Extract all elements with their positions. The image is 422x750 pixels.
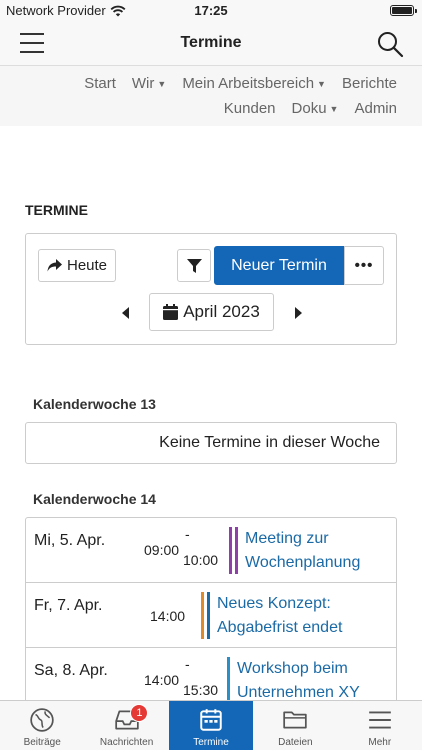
menu-item-wir[interactable]: Wir ▼ — [132, 75, 166, 92]
notification-badge: 1 — [130, 704, 149, 722]
menu-item-doku[interactable]: Doku ▼ — [292, 100, 339, 117]
menu-item-label: Berichte — [341, 75, 397, 92]
event-category-color-bar — [207, 592, 210, 639]
caret-left-icon — [121, 307, 129, 319]
tab-dateien[interactable]: Dateien — [253, 701, 337, 750]
event-end-time: 15:30 — [183, 682, 219, 698]
top-menu-row: Kunden Doku ▼ Admin — [224, 100, 397, 117]
event-date: Mi, 5. Apr. — [34, 532, 106, 549]
battery-icon — [390, 5, 417, 16]
top-menu: Start Wir ▼ Mein Arbeitsbereich ▼ Berichte Ku… — [0, 66, 422, 126]
search-icon[interactable] — [376, 30, 404, 58]
menu-icon — [368, 711, 391, 729]
clock: 17:25 — [194, 3, 228, 18]
new-appointment-button[interactable]: Neuer Termin — [214, 246, 344, 285]
tab-label: Termine — [193, 737, 229, 748]
event-date: Fr, 7. Apr. — [34, 597, 103, 614]
today-button[interactable]: Heute — [38, 249, 116, 282]
menu-item-start[interactable]: Start — [84, 75, 116, 92]
empty-week-message: Keine Termine in dieser Woche — [25, 422, 397, 464]
event-list: Mi, 5. Apr. 09:00-10:00 Meeting zur Wochen… — [25, 517, 397, 717]
calendar-icon — [200, 709, 222, 731]
event-start-time: 14:00 — [144, 672, 180, 688]
tab-bar: Beiträge 1 Nachrichten Termine Dateien Mehr — [0, 700, 422, 750]
tab-label: Beiträge — [23, 737, 61, 748]
month-picker-button[interactable]: April 2023 — [149, 293, 274, 331]
globe-icon — [30, 708, 54, 732]
month-label: April 2023 — [183, 302, 260, 321]
menu-item-label: Kunden — [223, 100, 276, 117]
menu-item-kunden[interactable]: Kunden — [224, 100, 276, 117]
tab-label: Nachrichten — [99, 737, 154, 748]
hamburger-menu-icon[interactable] — [20, 33, 44, 53]
status-bar: Network Provider 17:25 — [0, 0, 422, 22]
event-start-time: 09:00 — [144, 542, 180, 558]
menu-item-label: Admin — [354, 100, 397, 117]
more-options-button[interactable]: ••• — [344, 246, 384, 285]
filter-button[interactable] — [177, 249, 211, 282]
caret-down-icon: ▼ — [317, 78, 326, 89]
event-title-link[interactable]: Workshop beim Unternehmen XY — [237, 657, 387, 705]
event-row[interactable]: Mi, 5. Apr. 09:00- 10:00 Meeting zur Wochen… — [26, 518, 396, 583]
tab-nachrichten[interactable]: 1 Nachrichten — [84, 701, 168, 750]
caret-down-icon: ▼ — [329, 103, 339, 114]
week-label: Kalenderwoche 13 — [33, 396, 156, 412]
menu-item-mein-arbeitsbereich[interactable]: Mein Arbeitsbereich ▼ — [182, 75, 326, 92]
tab-label: Mehr — [368, 737, 392, 748]
page-title: Termine — [180, 34, 242, 51]
menu-item-berichte[interactable]: Berichte — [342, 75, 397, 92]
share-arrow-icon — [47, 259, 62, 272]
event-category-color-bar — [227, 657, 230, 704]
caret-down-icon: ▼ — [157, 78, 167, 89]
next-month-button[interactable] — [291, 302, 305, 324]
menu-item-admin[interactable]: Admin — [354, 100, 397, 117]
tab-termine[interactable]: Termine — [168, 701, 254, 750]
menu-item-label: Mein Arbeitsbereich — [182, 75, 315, 92]
calendar-toolbar: Heute Neuer Termin ••• April 2023 — [25, 233, 397, 345]
previous-month-button[interactable] — [118, 302, 132, 324]
event-end-time: 10:00 — [183, 552, 219, 568]
filter-icon — [186, 258, 202, 273]
top-menu-row: Start Wir ▼ Mein Arbeitsbereich ▼ Berichte — [84, 75, 397, 92]
tab-beiträge[interactable]: Beiträge — [0, 701, 84, 750]
event-title-link[interactable]: Meeting zur Wochenplanung — [245, 527, 395, 575]
tab-mehr[interactable]: Mehr — [338, 701, 422, 750]
menu-item-label: Doku — [291, 100, 327, 117]
navigation-bar: Termine — [0, 22, 422, 66]
section-title: TERMINE — [25, 202, 88, 218]
event-category-color-bar — [235, 527, 238, 574]
time-range-separator: - — [185, 656, 190, 672]
calendar-icon — [163, 304, 179, 320]
time-range-separator: - — [185, 526, 190, 542]
event-start-time: 14:00 — [150, 608, 186, 624]
today-label: Heute — [66, 257, 108, 274]
folder-icon — [283, 711, 308, 729]
event-category-color-bar — [201, 592, 204, 639]
event-date: Sa, 8. Apr. — [34, 662, 108, 679]
event-row[interactable]: Fr, 7. Apr. 14:00 Neues Konzept: Abgabefri… — [26, 583, 396, 648]
caret-right-icon — [294, 307, 302, 319]
week-label: Kalenderwoche 14 — [33, 491, 156, 507]
event-title-link[interactable]: Neues Konzept: Abgabefrist endet — [217, 592, 367, 640]
menu-item-label: Wir — [131, 75, 155, 92]
tab-label: Dateien — [278, 737, 313, 748]
event-category-color-bar — [229, 527, 232, 574]
menu-item-label: Start — [84, 75, 116, 92]
